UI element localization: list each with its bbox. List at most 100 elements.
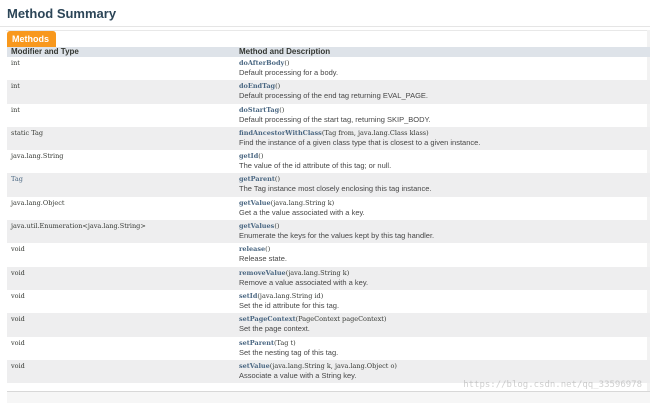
method-description-cell: setParent(Tag t) Set the nesting tag of t… bbox=[235, 337, 650, 360]
method-description: Set the id attribute for this tag. bbox=[239, 300, 340, 310]
method-params: () bbox=[265, 245, 271, 254]
modifier-type-cell: java.lang.String bbox=[7, 150, 235, 173]
table-row: java.util.Enumeration<java.lang.String> g… bbox=[7, 220, 650, 244]
table-row: void setParent(Tag t) Set the nesting tag … bbox=[7, 337, 650, 360]
table-row: Tag getParent() The Tag instance most clos… bbox=[7, 173, 650, 197]
method-signature: doStartTag() bbox=[239, 105, 650, 115]
method-description: Enumerate the keys for the values kept b… bbox=[239, 231, 435, 241]
watermark: https://blog.csdn.net/qq_33596978 bbox=[463, 380, 642, 390]
modifier-type-cell: int bbox=[7, 104, 235, 127]
method-description: Set the page context. bbox=[239, 324, 310, 334]
method-description-cell: getParent() The Tag instance most closely… bbox=[235, 173, 650, 197]
method-name-link[interactable]: removeValue bbox=[239, 269, 286, 277]
method-name-link[interactable]: doStartTag bbox=[239, 106, 279, 114]
method-name-link[interactable]: doAfterBody bbox=[239, 59, 284, 67]
method-description: The Tag instance most closely enclosing … bbox=[239, 184, 432, 194]
method-description: Set the nesting tag of this tag. bbox=[239, 347, 339, 357]
table-row: int doEndTag() Default processing of the e… bbox=[7, 80, 650, 104]
method-name-link[interactable]: setPageContext bbox=[239, 315, 296, 323]
return-type: int bbox=[11, 82, 20, 91]
method-params: () bbox=[279, 105, 285, 114]
table-row: java.lang.String getId() The value of the … bbox=[7, 150, 650, 173]
return-type: void bbox=[11, 245, 25, 254]
modifier-type-cell: void bbox=[7, 313, 235, 337]
method-description-cell: setId(java.lang.String id) Set the id att… bbox=[235, 290, 650, 313]
table-row: void release() Release state. bbox=[7, 243, 650, 266]
method-description: Find the instance of a given class type … bbox=[239, 137, 481, 147]
method-params: () bbox=[258, 152, 264, 161]
method-description-cell: removeValue(java.lang.String k) Remove a … bbox=[235, 266, 650, 290]
method-name-link[interactable]: doEndTag bbox=[239, 82, 275, 90]
modifier-type-cell: java.lang.Object bbox=[7, 197, 235, 220]
method-description-cell: release() Release state. bbox=[235, 243, 650, 266]
method-description-cell: getId() The value of the id attribute of … bbox=[235, 150, 650, 173]
method-name-link[interactable]: release bbox=[239, 245, 265, 253]
method-description: Get a the value associated with a key. bbox=[239, 207, 365, 217]
method-name-link[interactable]: findAncestorWithClass bbox=[239, 129, 322, 137]
method-description: Default processing for a body. bbox=[239, 68, 339, 77]
method-signature: setPageContext(PageContext pageContext) bbox=[239, 314, 650, 324]
method-signature: getValue(java.lang.String k) bbox=[239, 198, 650, 208]
return-type: int bbox=[11, 59, 20, 67]
return-type: void bbox=[11, 268, 25, 277]
method-params: (java.lang.String id) bbox=[257, 291, 324, 300]
method-name-link[interactable]: setId bbox=[239, 292, 257, 300]
method-name-link[interactable]: setParent bbox=[239, 339, 274, 347]
method-description: Default processing of the end tag return… bbox=[239, 91, 429, 101]
method-name-link[interactable]: setValue bbox=[239, 362, 270, 370]
method-summary-table: Modifier and Type Method and Description… bbox=[7, 47, 650, 384]
modifier-type-cell: void bbox=[7, 266, 235, 290]
modifier-type-cell: int bbox=[7, 80, 235, 104]
return-type: java.util.Enumeration<java.lang.String> bbox=[11, 222, 146, 231]
table-row: void setPageContext(PageContext pageConte… bbox=[7, 313, 650, 337]
method-signature: setParent(Tag t) bbox=[239, 338, 650, 348]
method-description: The value of the id attribute of this ta… bbox=[239, 161, 392, 171]
method-description-cell: getValues() Enumerate the keys for the va… bbox=[235, 220, 650, 244]
return-type: void bbox=[11, 361, 25, 370]
table-row: java.lang.Object getValue(java.lang.Strin… bbox=[7, 197, 650, 220]
table-row: static Tag findAncestorWithClass(Tag from… bbox=[7, 126, 650, 151]
method-name-link[interactable]: getId bbox=[239, 152, 258, 160]
method-signature: setValue(java.lang.String k, java.lang.O… bbox=[239, 361, 650, 371]
method-description-cell: doEndTag() Default processing of the end … bbox=[235, 80, 650, 104]
method-signature: doEndTag() bbox=[239, 81, 650, 91]
return-type: int bbox=[11, 105, 20, 114]
footer-bar bbox=[7, 391, 650, 403]
method-params: () bbox=[274, 175, 280, 184]
method-description-cell: getValue(java.lang.String k) Get a the va… bbox=[235, 197, 650, 220]
method-signature: setId(java.lang.String id) bbox=[239, 291, 650, 301]
method-name-link[interactable]: getParent bbox=[239, 175, 275, 183]
modifier-type-cell: int bbox=[7, 57, 235, 80]
method-name-link[interactable]: getValues bbox=[239, 222, 274, 230]
method-description-cell: doStartTag() Default processing of the st… bbox=[235, 104, 650, 127]
return-type[interactable]: static Tag bbox=[11, 127, 235, 139]
method-description-cell: doAfterBody() Default processing for a bo… bbox=[235, 57, 650, 80]
return-type: void bbox=[11, 291, 25, 300]
method-name-link[interactable]: getValue bbox=[239, 199, 271, 207]
page-title: Method Summary bbox=[7, 6, 117, 21]
modifier-type-cell: void bbox=[7, 290, 235, 313]
return-type[interactable]: Tag bbox=[11, 173, 235, 185]
method-params: () bbox=[284, 59, 290, 67]
modifier-type-cell: void bbox=[7, 243, 235, 266]
modifier-type-cell: void bbox=[7, 337, 235, 360]
method-params: () bbox=[274, 222, 280, 231]
modifier-type-cell: Tag bbox=[7, 173, 235, 197]
method-description-cell: setPageContext(PageContext pageContext) S… bbox=[235, 313, 650, 337]
return-type: java.lang.String bbox=[11, 152, 64, 161]
method-signature: getValues() bbox=[239, 221, 650, 231]
method-description: Remove a value associated with a key. bbox=[239, 277, 369, 287]
return-type: void bbox=[11, 338, 25, 347]
table-row: void setId(java.lang.String id) Set the id… bbox=[7, 290, 650, 313]
method-rows: int doAfterBody() Default processing for a… bbox=[7, 57, 650, 384]
method-params: (PageContext pageContext) bbox=[295, 315, 387, 324]
method-signature: release() bbox=[239, 244, 650, 254]
method-description: Release state. bbox=[239, 254, 287, 264]
method-signature: findAncestorWithClass(Tag from, java.lan… bbox=[239, 128, 650, 138]
method-signature: removeValue(java.lang.String k) bbox=[239, 268, 650, 278]
method-params: (java.lang.String k, java.lang.Object o) bbox=[269, 361, 397, 370]
tab-methods[interactable]: Methods bbox=[7, 31, 56, 47]
return-type: java.lang.Object bbox=[11, 198, 65, 207]
method-signature: getId() bbox=[239, 151, 650, 161]
method-signature: getParent() bbox=[239, 174, 650, 184]
